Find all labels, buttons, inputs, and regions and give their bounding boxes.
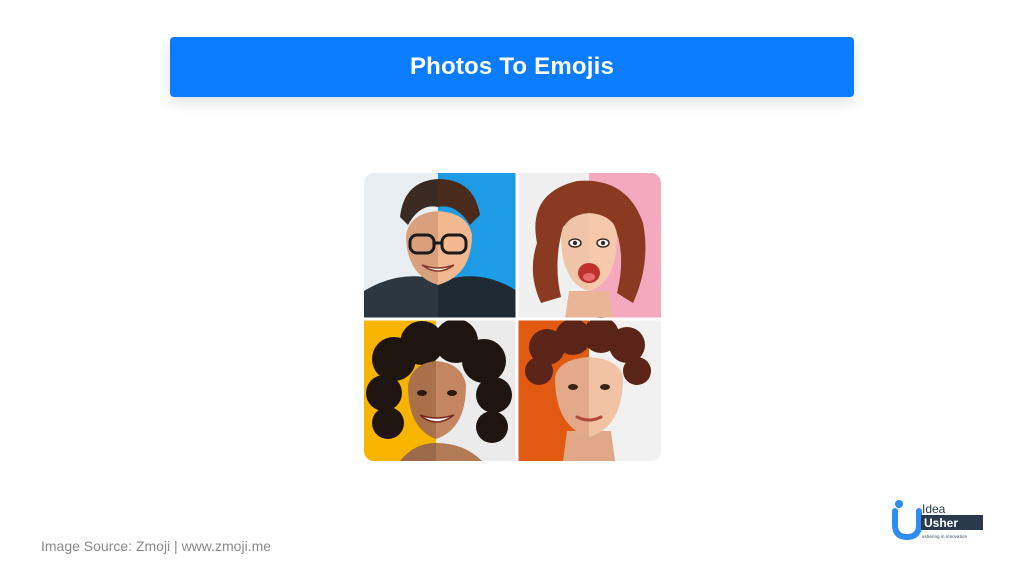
portrait-woman-curly (364, 319, 517, 461)
title-banner: Photos To Emojis (170, 37, 854, 97)
logo-u-mark (892, 508, 922, 541)
portrait-man-glasses (364, 173, 517, 319)
portrait-woman-surprised (517, 173, 661, 319)
portrait-man-curly (517, 317, 661, 461)
idea-usher-logo: Idea Usher ushering in innovation (892, 500, 983, 541)
slide-title: Photos To Emojis (409, 53, 615, 80)
logo-line2: Usher (924, 516, 958, 530)
logo-dot (895, 500, 903, 508)
logo-tagline: ushering in innovation (922, 534, 968, 539)
logo-line1: Idea (922, 502, 946, 516)
photo-to-emoji-collage (364, 173, 661, 461)
image-source-caption: Image Source: Zmoji | www.zmoji.me (41, 538, 272, 554)
